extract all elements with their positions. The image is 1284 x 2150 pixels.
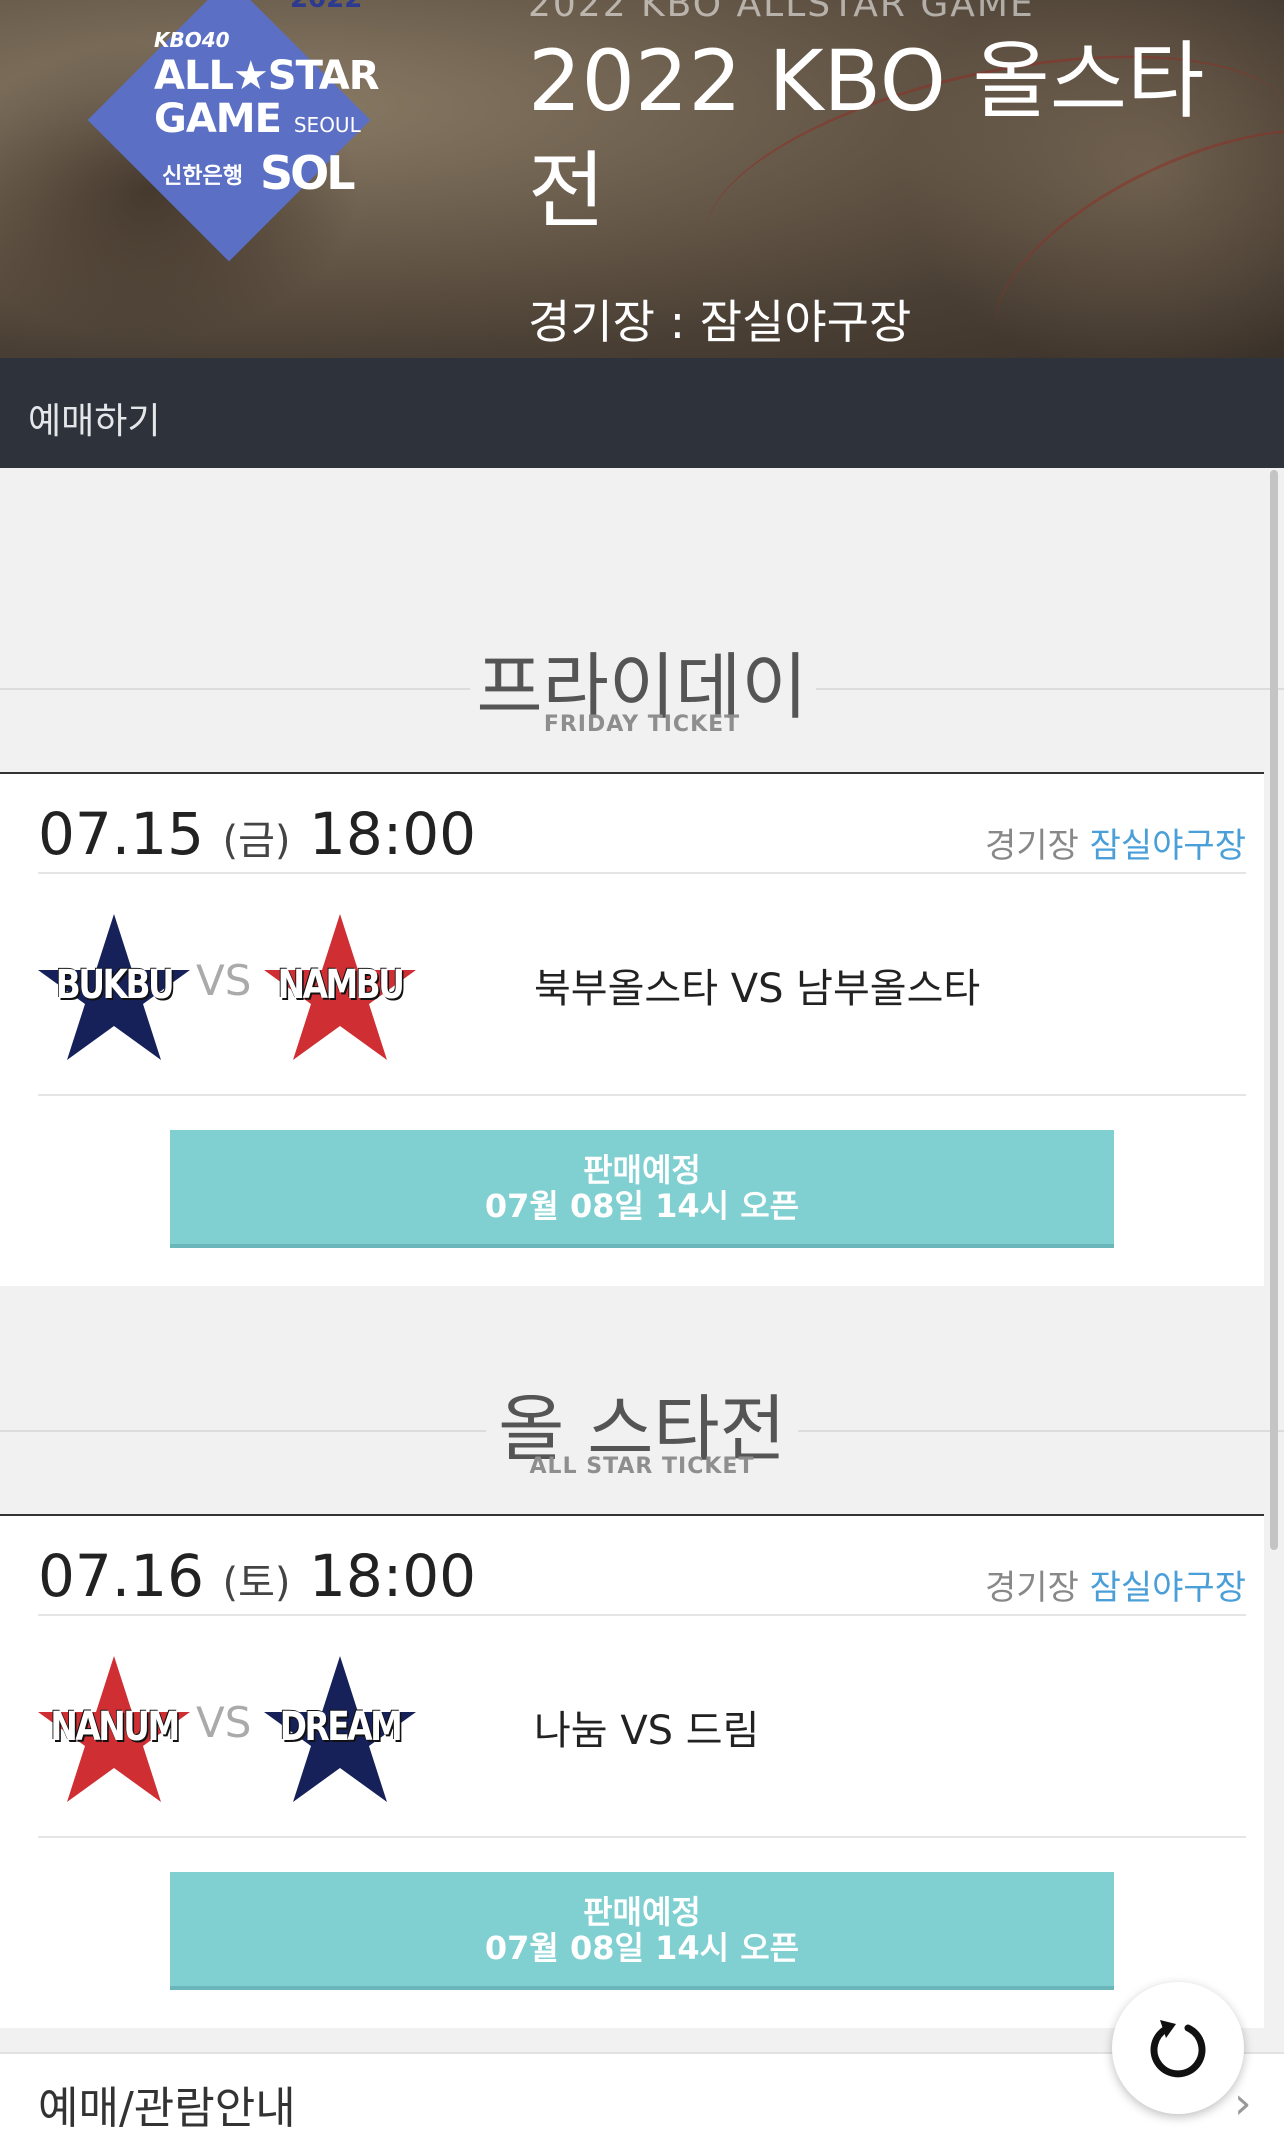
team-name: NAMBU <box>277 962 405 1008</box>
game-card: 07.16 (토) 18:00 경기장 잠실야구장 NANUM VS DREAM… <box>0 1514 1264 2028</box>
button-open-date: 07월 08일 14시 오픈 <box>484 1187 800 1225</box>
logo-game-text: GAME <box>154 96 282 142</box>
game-venue: 경기장 잠실야구장 <box>985 1560 1246 1609</box>
logo-sol: SOL <box>260 146 356 200</box>
allstar-logo: 2022 KBO40 ALL★STAR GAME SEOUL 신한은행 SOL <box>84 0 380 266</box>
card-divider <box>38 1094 1246 1096</box>
game-date: 07.16 <box>38 1542 205 1610</box>
logo-bank: 신한은행 <box>162 164 243 189</box>
logo-kbo40: KBO40 <box>154 28 230 52</box>
chevron-right-icon: › <box>1234 2078 1252 2129</box>
sale-schedule-button[interactable]: 판매예정 07월 08일 14시 오픈 <box>170 1130 1114 1248</box>
card-divider <box>38 872 1246 874</box>
section-subtitle: FRIDAY TICKET <box>543 712 741 737</box>
card-divider <box>38 1836 1246 1838</box>
nav-bar: 예매하기 <box>0 358 1284 468</box>
venue-label: 경기장 <box>984 826 1079 866</box>
refresh-icon <box>1150 2020 1206 2078</box>
logo-year: 2022 <box>290 0 362 14</box>
logo-city: SEOUL <box>293 113 361 137</box>
game-card: 07.15 (금) 18:00 경기장 잠실야구장 BUKBU VS NAMBU… <box>0 772 1264 1286</box>
matchup-text: 나눔 VS 드림 <box>534 1708 760 1754</box>
vs-label: VS <box>196 956 252 1005</box>
game-datetime: 07.15 (금) 18:00 <box>38 800 476 868</box>
game-venue: 경기장 잠실야구장 <box>985 818 1246 867</box>
page-title: 2022 KBO 올스타전 <box>528 32 1205 240</box>
team-logo-right: DREAM <box>262 1652 418 1802</box>
game-date: 07.15 <box>38 800 205 868</box>
booking-info-row[interactable]: 예매/관람안내 › <box>0 2052 1284 2150</box>
team-name: NANUM <box>50 1704 180 1750</box>
game-time: 18:00 <box>308 800 477 868</box>
game-time: 18:00 <box>308 1542 477 1610</box>
sale-schedule-button[interactable]: 판매예정 07월 08일 14시 오픈 <box>170 1872 1114 1990</box>
team-name: DREAM <box>279 1704 403 1750</box>
hero-subtitle: 2022 KBO ALLSTAR GAME <box>528 0 1035 25</box>
team-logo-left: BUKBU <box>36 910 192 1060</box>
card-divider <box>38 1614 1246 1616</box>
refresh-button[interactable] <box>1112 1982 1244 2114</box>
game-day: (토) <box>222 1560 291 1606</box>
button-status: 판매예정 <box>583 1893 701 1931</box>
team-logo-left: NANUM <box>36 1652 192 1802</box>
game-datetime: 07.16 (토) 18:00 <box>38 1542 476 1610</box>
scrollbar[interactable] <box>1270 470 1278 1550</box>
venue-link[interactable]: 잠실야구장 <box>1090 1568 1246 1608</box>
logo-allstar: ALL★STAR <box>154 53 380 99</box>
team-name: BUKBU <box>55 962 175 1008</box>
team-logo-right: NAMBU <box>262 910 418 1060</box>
hero-banner: 2022 KBO40 ALL★STAR GAME SEOUL 신한은행 SOL … <box>0 0 1284 358</box>
venue-link[interactable]: 잠실야구장 <box>1090 826 1246 866</box>
logo-game: GAME SEOUL <box>154 96 361 142</box>
tab-booking[interactable]: 예매하기 <box>28 392 160 444</box>
matchup-text: 북부올스타 VS 남부올스타 <box>534 966 981 1012</box>
section-subtitle: ALL STAR TICKET <box>529 1454 755 1479</box>
hero-venue: 경기장 : 잠실야구장 <box>528 295 912 349</box>
button-status: 판매예정 <box>583 1151 701 1189</box>
section-header-allstar: 올 스타전 ALL STAR TICKET <box>0 1384 1284 1504</box>
venue-label: 경기장 <box>984 1568 1079 1608</box>
vs-label: VS <box>196 1698 252 1747</box>
booking-info-label: 예매/관람안내 <box>38 2083 296 2134</box>
game-day: (금) <box>222 818 291 864</box>
button-open-date: 07월 08일 14시 오픈 <box>484 1929 800 1967</box>
section-header-friday: 프라이데이 FRIDAY TICKET <box>0 642 1284 762</box>
